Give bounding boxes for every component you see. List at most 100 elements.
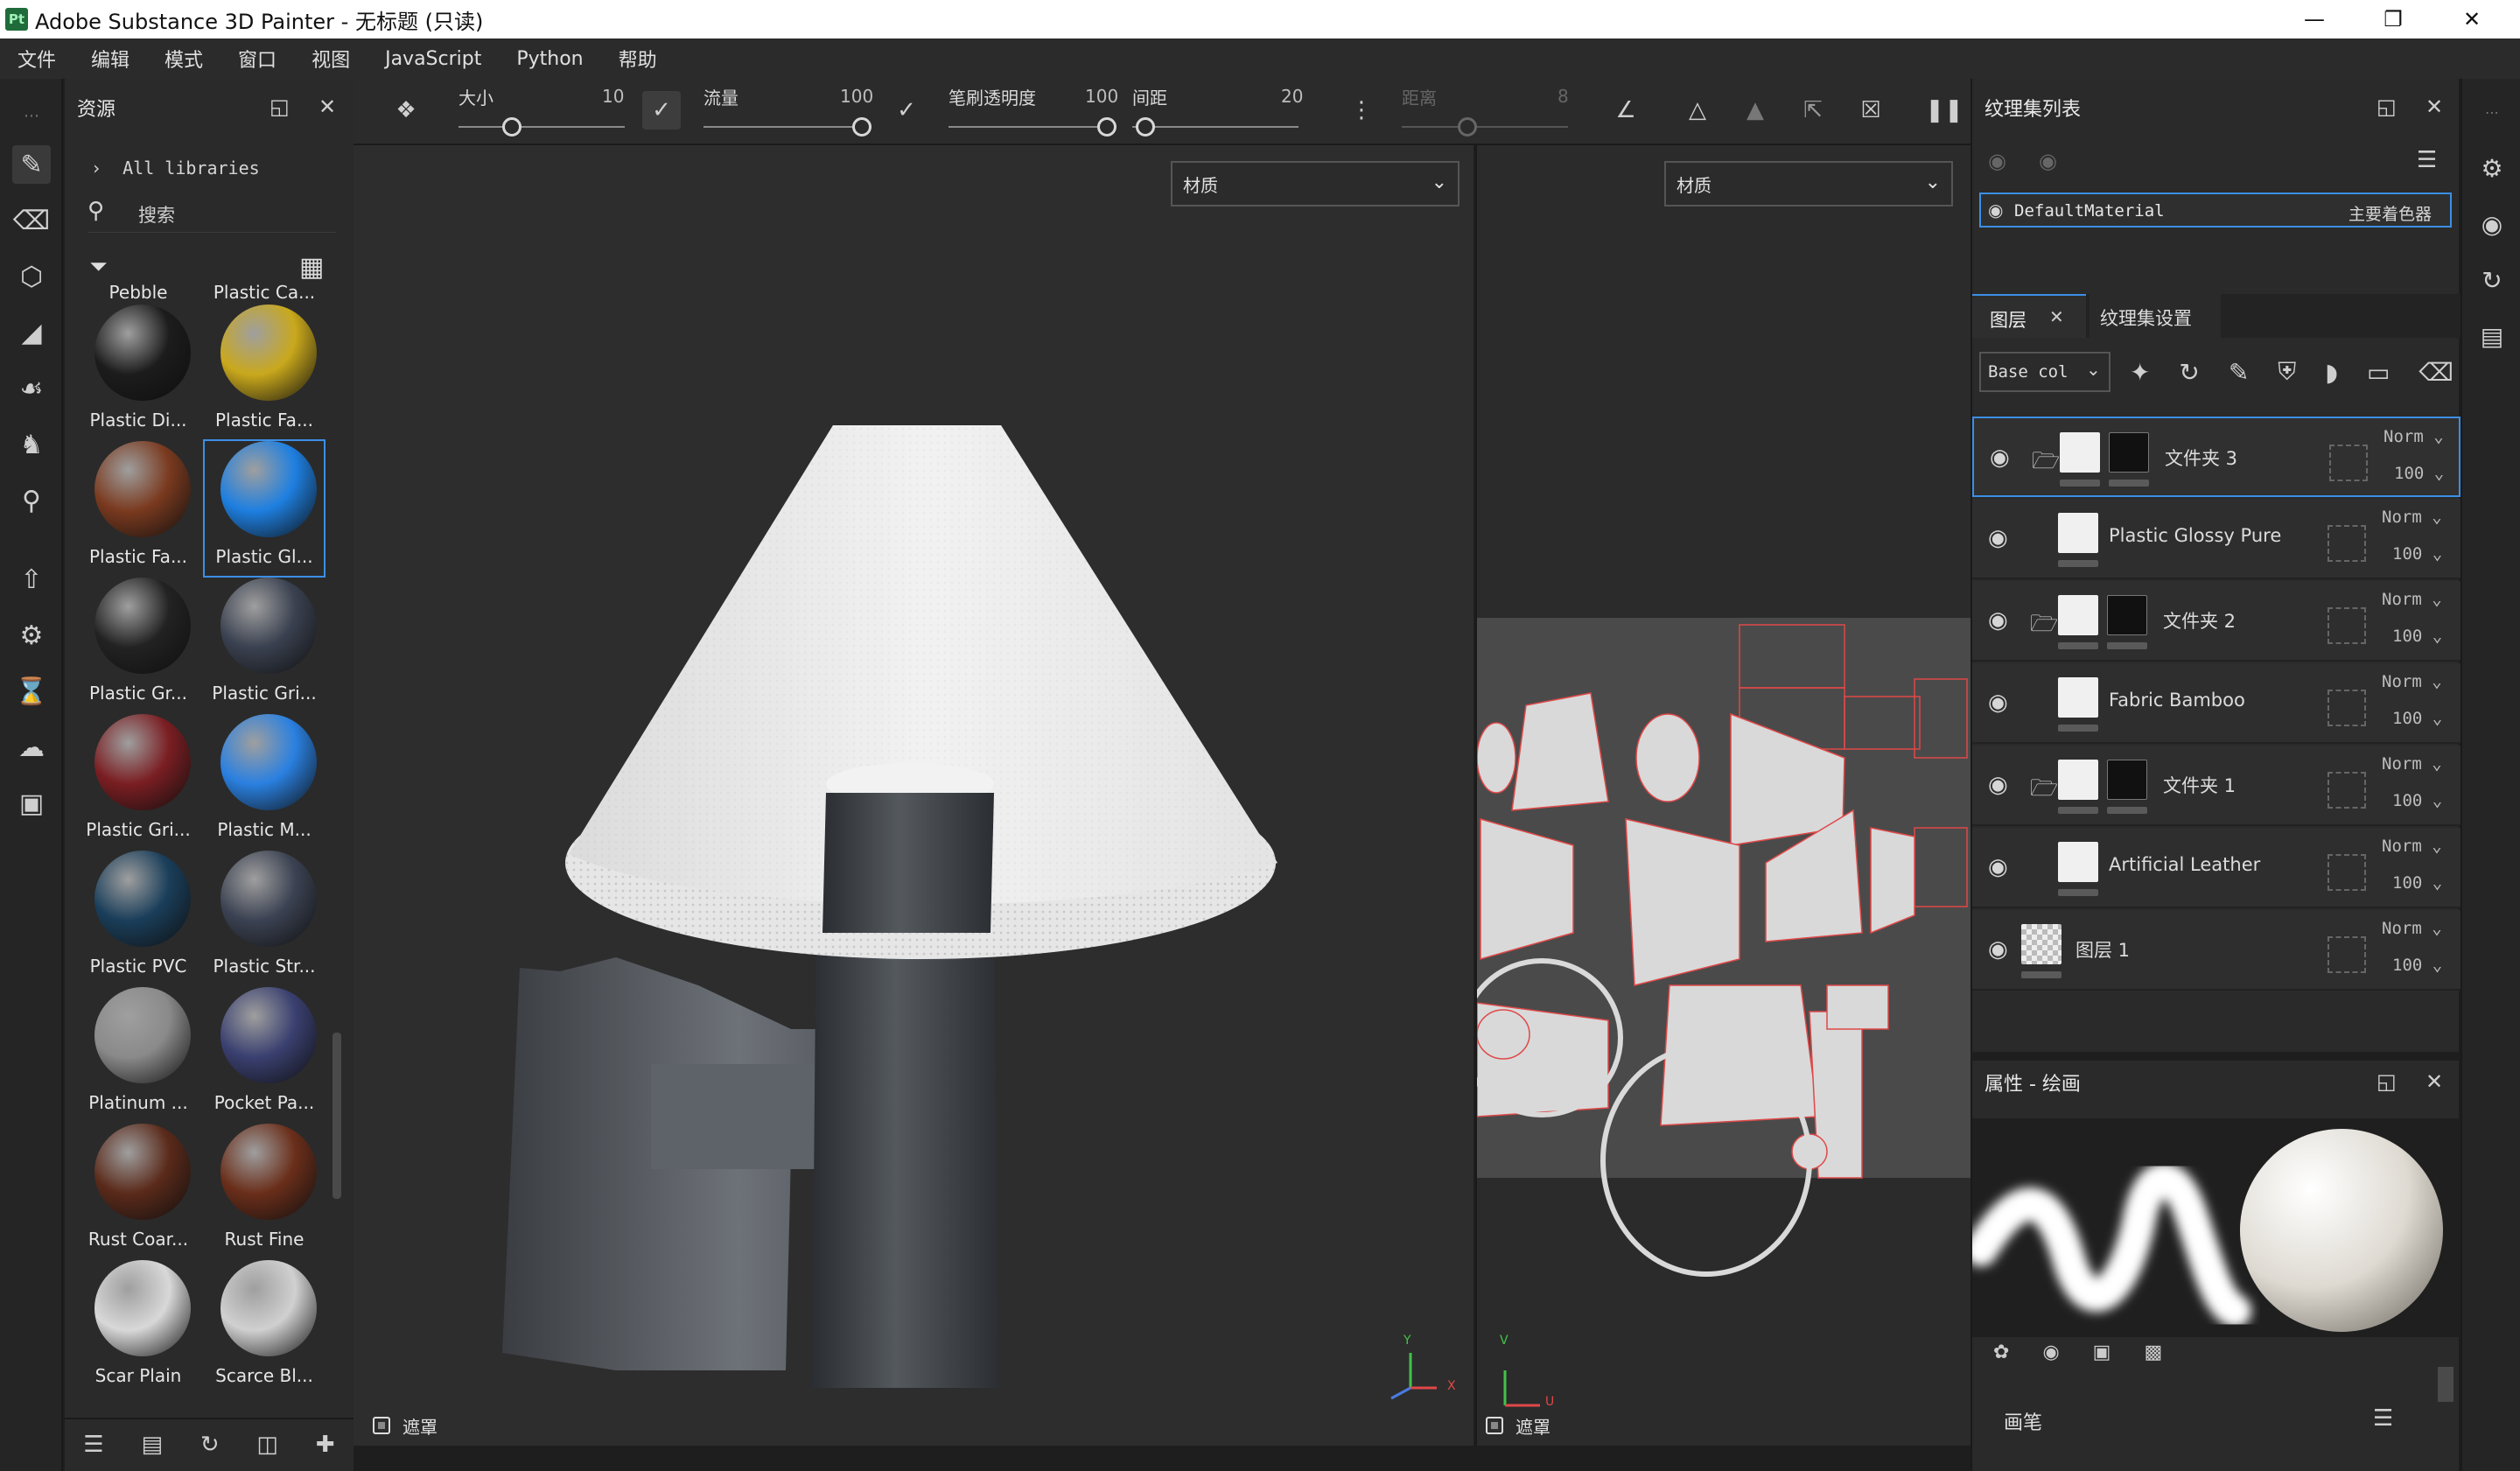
magic-wand-icon[interactable]: ✦ xyxy=(2130,358,2150,387)
layer-mask-thumbnail[interactable] xyxy=(2107,595,2147,635)
mask-toggle-2d[interactable]: 遮罩 xyxy=(1486,1412,1550,1439)
layer-mask-slot[interactable] xyxy=(2329,445,2368,481)
symmetry-icon[interactable]: △ xyxy=(1678,91,1717,130)
mask-checkbox[interactable] xyxy=(373,1417,390,1434)
viewport-3d[interactable]: 材质 ⌄ Y X 遮罩 xyxy=(354,145,1474,1446)
size-slider-track[interactable] xyxy=(458,126,625,128)
layer-row[interactable]: ◉ 🗁 文件夹 3 Norm ⌄ 100 ⌄ xyxy=(1972,417,2460,497)
layer-name[interactable]: 文件夹 2 xyxy=(2163,607,2236,634)
folder-icon[interactable]: 🗁 xyxy=(2032,445,2060,483)
float-panel-icon[interactable]: ◱ xyxy=(270,95,290,119)
spacing-value[interactable]: 20 xyxy=(1281,86,1303,107)
float-panel-icon[interactable]: ◱ xyxy=(2376,95,2397,119)
folder-icon[interactable]: 🗁 xyxy=(2030,772,2058,810)
layer-mask-slot[interactable] xyxy=(2328,690,2366,726)
export-icon[interactable]: ⇧ xyxy=(12,560,51,599)
add-effect-icon[interactable]: ↻ xyxy=(2179,358,2199,387)
asset-item[interactable]: Scar Plain xyxy=(79,1260,198,1395)
brush-opacity-value[interactable]: 100 xyxy=(1085,86,1118,107)
new-folder-icon[interactable]: ▤ xyxy=(141,1432,163,1458)
symmetry-settings-icon[interactable]: ▲ xyxy=(1736,91,1774,130)
layer-row[interactable]: ◉ Artificial Leather Norm ⌄ 100 ⌄ xyxy=(1972,828,2460,908)
asset-item[interactable]: Rust Fine xyxy=(205,1124,324,1258)
blend-mode-select[interactable]: Norm ⌄ xyxy=(2382,590,2442,609)
asset-item[interactable]: Plastic M... xyxy=(205,714,324,849)
color-picker-icon[interactable]: ⚲ xyxy=(12,481,51,520)
asset-item[interactable]: Pocket Pa... xyxy=(205,987,324,1122)
layer-mask-slot[interactable] xyxy=(2328,854,2366,891)
flow-value[interactable]: 100 xyxy=(840,86,873,107)
layer-mask-slot[interactable] xyxy=(2328,936,2366,973)
asset-item[interactable]: Plastic Gl... xyxy=(203,439,326,578)
asset-item[interactable]: Platinum ... xyxy=(79,987,198,1122)
layer-mask-slot[interactable] xyxy=(2328,525,2366,562)
opacity-value[interactable]: 100 ⌄ xyxy=(2392,873,2442,893)
menu-window[interactable]: 窗口 xyxy=(238,45,276,73)
eye-icon[interactable]: ◉ xyxy=(1988,607,2008,634)
opacity-slider-knob[interactable] xyxy=(1097,117,1116,137)
blend-mode-select[interactable]: Norm ⌄ xyxy=(2382,672,2442,691)
add-mask-icon[interactable]: ◗ xyxy=(2325,358,2338,387)
eye-icon[interactable]: ◉ xyxy=(1988,936,2008,963)
angle-icon[interactable]: ∠ xyxy=(1606,91,1645,130)
layer-row[interactable]: ◉ 🗁 文件夹 2 Norm ⌄ 100 ⌄ xyxy=(1972,581,2460,662)
clone-stamp-icon[interactable]: ♞ xyxy=(12,425,51,464)
history-icon[interactable]: ↻ xyxy=(2476,264,2508,296)
hourglass-icon[interactable]: ⌛ xyxy=(12,672,51,711)
eye-icon[interactable]: ◉ xyxy=(1988,200,2003,221)
asset-item[interactable]: Plastic Gri... xyxy=(79,714,198,849)
pressure-icon[interactable]: ✓ xyxy=(642,91,681,130)
blend-mode-select[interactable]: Norm ⌄ xyxy=(2384,427,2444,446)
float-panel-icon[interactable]: ◱ xyxy=(2376,1069,2397,1094)
menu-help[interactable]: 帮助 xyxy=(619,45,657,73)
asset-item[interactable]: Rust Coar... xyxy=(79,1124,198,1258)
add-fill-layer-icon[interactable]: ⛨ xyxy=(2278,357,2296,387)
delete-icon[interactable]: ⌫ xyxy=(2418,358,2454,387)
asset-item[interactable]: Plastic PVC xyxy=(79,851,198,985)
transform-icon[interactable]: ⇱ xyxy=(1794,91,1832,130)
brush-settings-icon[interactable]: ✿ xyxy=(1993,1341,2009,1363)
layer-name[interactable]: Artificial Leather xyxy=(2109,854,2260,875)
menu-javascript[interactable]: JavaScript xyxy=(385,48,481,70)
layer-row[interactable]: ◉ 图层 1 Norm ⌄ 100 ⌄ xyxy=(1972,910,2460,991)
flow-slider-knob[interactable] xyxy=(852,117,872,137)
blend-mode-select[interactable]: Norm ⌄ xyxy=(2382,508,2442,527)
menu-edit[interactable]: 编辑 xyxy=(91,45,130,73)
asset-item[interactable]: Plastic Ca... xyxy=(205,168,324,303)
alpha-icon[interactable]: ◉ xyxy=(2042,1341,2059,1363)
add-folder-icon[interactable]: ▭ xyxy=(2367,358,2390,387)
lazy-mouse-icon[interactable]: ⋮ xyxy=(1342,91,1381,130)
eye-icon[interactable]: ◉ xyxy=(1988,690,2008,716)
list-options-icon[interactable]: ☰ xyxy=(83,1432,103,1458)
layer-mask-slot[interactable] xyxy=(2328,772,2366,809)
blend-mode-select[interactable]: Norm ⌄ xyxy=(2382,919,2442,938)
menu-mode[interactable]: 模式 xyxy=(164,45,203,73)
pause-icon[interactable]: ❚❚ xyxy=(1925,91,1964,130)
texture-set-settings-icon[interactable]: ⚙ xyxy=(2476,152,2508,184)
visibility-off-icon[interactable]: ◉ xyxy=(1988,149,2006,173)
viewport-2d[interactable]: 材质 ⌄ V U 遮罩 xyxy=(1475,145,1970,1446)
layer-name[interactable]: Fabric Bamboo xyxy=(2109,690,2245,711)
size-slider-knob[interactable] xyxy=(502,117,522,137)
projection-icon[interactable]: ⬡ xyxy=(12,257,51,296)
eye-icon[interactable]: ◉ xyxy=(1988,772,2008,798)
asset-item[interactable]: Plastic Di... xyxy=(79,305,198,439)
size-value[interactable]: 10 xyxy=(602,86,624,107)
opacity-value[interactable]: 100 ⌄ xyxy=(2392,544,2442,564)
asset-item[interactable]: Plastic Gri... xyxy=(205,578,324,712)
layer-row[interactable]: ◉ Plastic Glossy Pure Norm ⌄ 100 ⌄ xyxy=(1972,499,2460,579)
opacity-value[interactable]: 100 ⌄ xyxy=(2392,791,2442,810)
list-menu-icon[interactable]: ☰ xyxy=(2417,147,2437,173)
polygon-fill-icon[interactable]: ◢ xyxy=(12,313,51,352)
layer-row[interactable]: ◉ 🗁 文件夹 1 Norm ⌄ 100 ⌄ xyxy=(1972,746,2460,826)
spacing-slider-track[interactable] xyxy=(1132,126,1298,128)
stencil-icon[interactable]: ▣ xyxy=(2093,1341,2111,1363)
opacity-value[interactable]: 100 ⌄ xyxy=(2392,956,2442,975)
section-menu-icon[interactable]: ☰ xyxy=(2373,1405,2393,1432)
close-icon[interactable]: ✕ xyxy=(2432,0,2511,39)
layer-mask-thumbnail[interactable] xyxy=(2107,760,2147,800)
hide-icon[interactable]: ☒ xyxy=(1852,91,1890,130)
eye-icon[interactable]: ◉ xyxy=(2039,149,2057,173)
close-panel-icon[interactable]: ✕ xyxy=(2426,95,2443,119)
eye-icon[interactable]: ◉ xyxy=(1988,525,2008,551)
